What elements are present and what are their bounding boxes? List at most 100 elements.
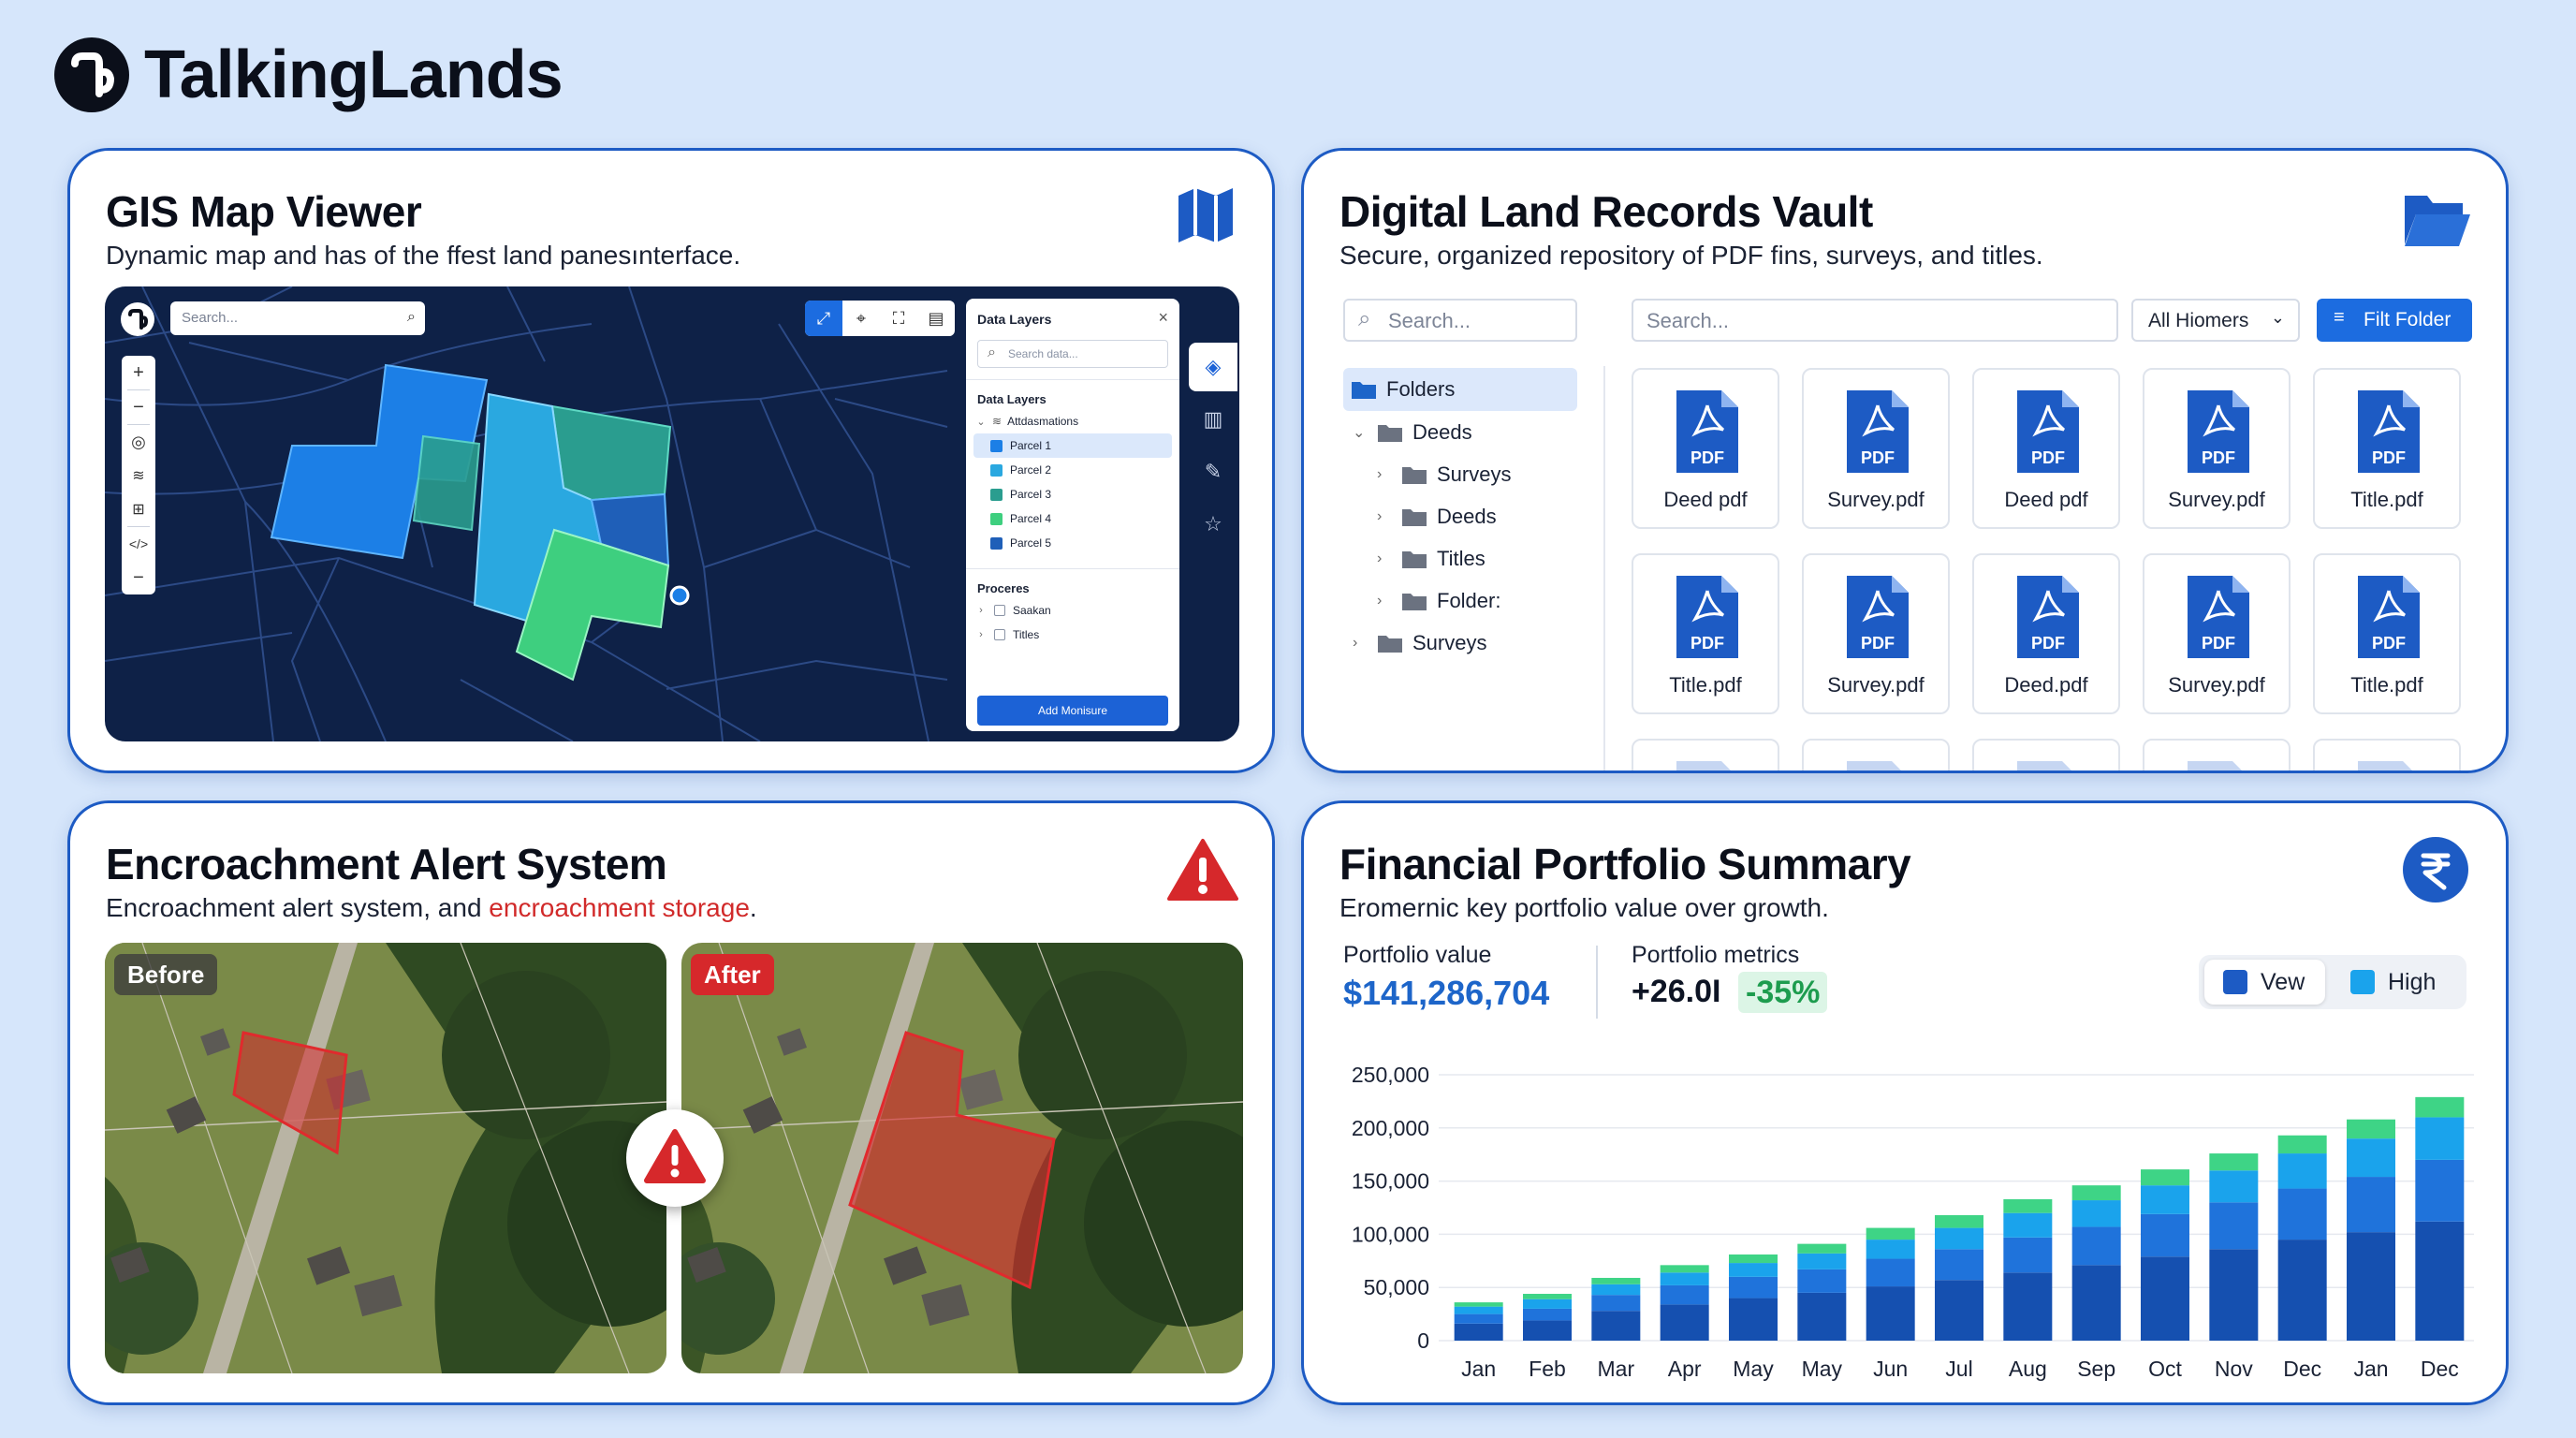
star-icon[interactable]: ☆ (1189, 500, 1237, 549)
folder-search-input[interactable]: ⌕ Search... (1343, 299, 1577, 342)
checkbox[interactable] (994, 629, 1005, 640)
bar-segment[interactable] (1523, 1299, 1572, 1309)
file-search-input[interactable]: Search... (1632, 299, 2118, 342)
pdf-file-card[interactable] (1972, 739, 2120, 770)
bar-segment[interactable] (2003, 1272, 2053, 1341)
chevron-right-icon[interactable]: › (973, 605, 988, 616)
fullscreen-icon[interactable]: ⛶ (880, 301, 917, 336)
bar-segment[interactable] (1935, 1227, 1983, 1250)
chevron-right-icon[interactable]: › (1353, 635, 1377, 652)
bar-segment[interactable] (2277, 1135, 2327, 1154)
bar-segment[interactable] (2141, 1213, 2189, 1257)
bar-segment[interactable] (2141, 1185, 2189, 1214)
zoom-out-icon[interactable]: − (122, 390, 155, 424)
bar-segment[interactable] (1729, 1276, 1778, 1299)
expand-icon[interactable]: ⤢ (805, 301, 842, 336)
pdf-file-card[interactable]: PDF Deed.pdf (1972, 553, 2120, 714)
layers-search-input[interactable]: Search data... (977, 340, 1168, 368)
chevron-right-icon[interactable]: › (1377, 550, 1401, 567)
pdf-file-card[interactable]: PDF Deed pdf (1972, 368, 2120, 529)
layer-parcel-2[interactable]: Parcel 2 (973, 458, 1172, 482)
bar-segment[interactable] (1523, 1308, 1572, 1321)
bar-segment[interactable] (1935, 1214, 1983, 1228)
locate-icon[interactable]: ⌖ (842, 301, 880, 336)
bar-segment[interactable] (1523, 1320, 1572, 1341)
bar-segment[interactable] (2415, 1096, 2465, 1118)
pdf-file-card[interactable] (2143, 739, 2291, 770)
owner-filter-select[interactable]: All Hiomers ⌄ (2131, 299, 2300, 342)
bar-segment[interactable] (1591, 1311, 1641, 1341)
bar-segment[interactable] (2347, 1177, 2395, 1233)
database-icon[interactable]: ▤ (917, 301, 955, 336)
bar-segment[interactable] (2141, 1169, 2189, 1186)
bar-segment[interactable] (1523, 1294, 1572, 1299)
pdf-file-card[interactable] (1802, 739, 1950, 770)
bar-segment[interactable] (1591, 1277, 1641, 1284)
tree-item-folders[interactable]: Folders (1351, 370, 1455, 409)
pdf-file-card[interactable]: PDF Survey.pdf (2143, 368, 2291, 529)
bar-segment[interactable] (2347, 1138, 2395, 1178)
bar-segment[interactable] (1797, 1253, 1847, 1269)
bar-segment[interactable] (1935, 1280, 1983, 1341)
layers-icon[interactable]: ◈ (1189, 343, 1237, 391)
tree-item-surveys[interactable]: › Surveys (1377, 455, 1511, 494)
pdf-file-card[interactable]: PDF Title.pdf (1632, 553, 1779, 714)
chevron-right-icon[interactable]: › (973, 629, 988, 640)
bar-segment[interactable] (2209, 1202, 2259, 1250)
zoom-in-icon[interactable]: + (122, 356, 155, 389)
bar-segment[interactable] (2415, 1159, 2465, 1222)
checkbox[interactable] (994, 605, 1005, 616)
bar-segment[interactable] (2003, 1198, 2053, 1213)
bar-segment[interactable] (1454, 1323, 1503, 1341)
bar-segment[interactable] (1454, 1313, 1503, 1324)
grid-icon[interactable]: ⊞ (122, 492, 155, 526)
add-measure-button[interactable]: Add Monisure (977, 696, 1168, 726)
tree-item-deeds-sub[interactable]: › Deeds (1377, 497, 1497, 536)
bar-segment[interactable] (1797, 1292, 1847, 1341)
bar-segment[interactable] (1591, 1295, 1641, 1312)
layer-group[interactable]: ⌄ ≋ Attdasmations (973, 409, 1172, 433)
layers-icon[interactable]: ≋ (122, 459, 155, 492)
bar-segment[interactable] (1729, 1298, 1778, 1341)
bar-segment[interactable] (1660, 1272, 1709, 1285)
filter-folder-button[interactable]: ≡ Filt Folder (2317, 299, 2472, 342)
close-icon[interactable]: × (1158, 308, 1168, 328)
bar-segment[interactable] (1591, 1284, 1641, 1296)
pdf-file-card[interactable] (1632, 739, 1779, 770)
bar-segment[interactable] (1866, 1227, 1915, 1240)
chevron-right-icon[interactable]: › (1377, 508, 1401, 525)
bar-segment[interactable] (2347, 1232, 2395, 1341)
gis-map[interactable]: Search... ⌕ ⤢ ⌖ ⛶ ▤ + − ◎ ≋ ⊞ </> − Data… (105, 286, 1239, 741)
bar-segment[interactable] (1660, 1304, 1709, 1341)
tree-item-deeds[interactable]: ⌄ Deeds (1353, 413, 1472, 452)
pdf-file-card[interactable]: PDF Survey.pdf (1802, 368, 1950, 529)
pdf-file-card[interactable] (2313, 739, 2461, 770)
bar-segment[interactable] (1797, 1269, 1847, 1293)
tree-item-titles[interactable]: › Titles (1377, 539, 1486, 579)
bar-segment[interactable] (2071, 1226, 2121, 1266)
bar-segment[interactable] (1454, 1302, 1503, 1307)
bar-segment[interactable] (2415, 1221, 2465, 1341)
bar-segment[interactable] (2415, 1117, 2465, 1160)
bar-segment[interactable] (2003, 1237, 2053, 1273)
bar-segment[interactable] (2209, 1170, 2259, 1203)
pdf-file-card[interactable]: PDF Deed pdf (1632, 368, 1779, 529)
minus-icon[interactable]: − (122, 561, 155, 594)
chevron-right-icon[interactable]: › (1377, 466, 1401, 483)
bar-segment[interactable] (2347, 1119, 2395, 1139)
tree-item-surveys-root[interactable]: › Surveys (1353, 624, 1486, 663)
bar-segment[interactable] (1729, 1263, 1778, 1277)
bar-segment[interactable] (2277, 1188, 2327, 1240)
bar-segment[interactable] (1866, 1240, 1915, 1259)
tree-item-folder[interactable]: › Folder: (1377, 581, 1500, 621)
pdf-file-card[interactable]: PDF Title.pdf (2313, 368, 2461, 529)
bar-segment[interactable] (1866, 1286, 1915, 1341)
target-icon[interactable]: ◎ (122, 425, 155, 459)
bar-segment[interactable] (2277, 1240, 2327, 1341)
chart-icon[interactable]: ▥ (1189, 395, 1237, 444)
chevron-down-icon[interactable]: ⌄ (973, 416, 988, 428)
pdf-file-card[interactable]: PDF Survey.pdf (2143, 553, 2291, 714)
bar-segment[interactable] (1660, 1284, 1709, 1305)
bar-segment[interactable] (1866, 1258, 1915, 1287)
pdf-file-card[interactable]: PDF Title.pdf (2313, 553, 2461, 714)
